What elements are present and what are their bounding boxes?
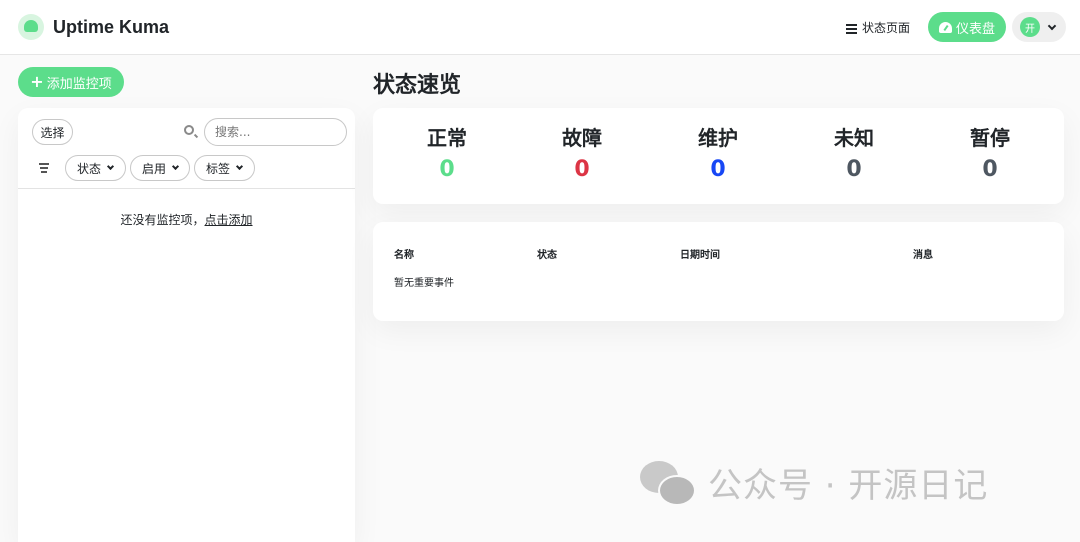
plus-icon: + — [30, 71, 44, 91]
page-title: 状态速览 — [373, 73, 462, 98]
important-events-card: 名称 状态 日期时间 消息 暂无重要事件 — [373, 222, 1064, 321]
avatar: 开 — [1020, 17, 1040, 37]
kuma-logo-icon — [18, 14, 44, 40]
stat-value: 0 — [439, 157, 455, 182]
stat-value: 0 — [846, 157, 862, 182]
profile-dropdown[interactable]: 开 — [1012, 12, 1066, 42]
stat-label: 正常 — [427, 126, 467, 150]
add-monitor-label: 添加监控项 — [46, 76, 112, 92]
filter-active[interactable]: 启用 — [130, 155, 190, 181]
empty-text: 还没有监控项， — [120, 213, 205, 227]
search-icon — [184, 125, 194, 135]
chevron-down-icon — [171, 162, 180, 171]
status-page-label: 状态页面 — [862, 21, 911, 35]
stat-label: 暂停 — [970, 126, 1010, 150]
filter-status[interactable]: 状态 — [65, 155, 126, 181]
column-header-status: 状态 — [537, 250, 557, 261]
stat-down: 故障 0 — [532, 122, 632, 182]
filter-status-label: 状态 — [77, 161, 102, 176]
filter-active-label: 启用 — [142, 161, 167, 176]
add-monitor-link[interactable]: 点击添加 — [205, 213, 253, 227]
watermark: 公众号 · 开源日记 — [640, 458, 988, 507]
stat-maintenance: 维护 0 — [668, 122, 768, 182]
filter-menu-icon[interactable] — [39, 163, 49, 173]
stat-up: 正常 0 — [397, 122, 497, 182]
add-monitor-button[interactable]: + 添加监控项 — [18, 67, 124, 97]
dashboard-label: 仪表盘 — [955, 21, 995, 37]
stat-value: 0 — [710, 157, 726, 182]
column-header-name: 名称 — [394, 250, 414, 261]
select-button[interactable]: 选择 — [32, 119, 73, 145]
monitor-list-panel: 选择 状态 启用 标签 还没有监控项，点击添加 — [18, 108, 355, 542]
watermark-text: 公众号 · 开源日记 — [708, 466, 989, 506]
chevron-down-icon — [1047, 21, 1057, 30]
filter-tags[interactable]: 标签 — [194, 155, 255, 181]
status-page-link[interactable]: 状态页面 — [846, 19, 910, 36]
app-logo[interactable]: Uptime Kuma — [18, 14, 169, 40]
stat-paused: 暂停 0 — [940, 122, 1040, 182]
divider — [18, 188, 355, 189]
stat-label: 未知 — [834, 126, 874, 150]
gauge-icon — [938, 21, 952, 33]
no-events-message: 暂无重要事件 — [394, 278, 454, 289]
search-input[interactable] — [204, 118, 347, 146]
stat-label: 故障 — [562, 126, 602, 150]
stat-label: 维护 — [698, 126, 738, 150]
filter-tags-label: 标签 — [206, 161, 231, 176]
status-overview-card: 正常 0 故障 0 维护 0 未知 0 暂停 0 — [373, 108, 1064, 204]
stat-unknown: 未知 0 — [804, 122, 904, 182]
chevron-down-icon — [235, 162, 244, 171]
stat-value: 0 — [982, 157, 998, 182]
chevron-down-icon — [106, 162, 115, 171]
wechat-icon — [640, 459, 696, 507]
stat-value: 0 — [574, 157, 590, 182]
column-header-datetime: 日期时间 — [680, 250, 720, 261]
top-navbar: Uptime Kuma 状态页面 仪表盘 开 — [0, 0, 1080, 55]
empty-monitor-message: 还没有监控项，点击添加 — [18, 211, 355, 228]
list-icon — [846, 23, 857, 34]
column-header-message: 消息 — [913, 250, 933, 261]
dashboard-button[interactable]: 仪表盘 — [928, 12, 1006, 42]
app-name: Uptime Kuma — [53, 16, 170, 37]
